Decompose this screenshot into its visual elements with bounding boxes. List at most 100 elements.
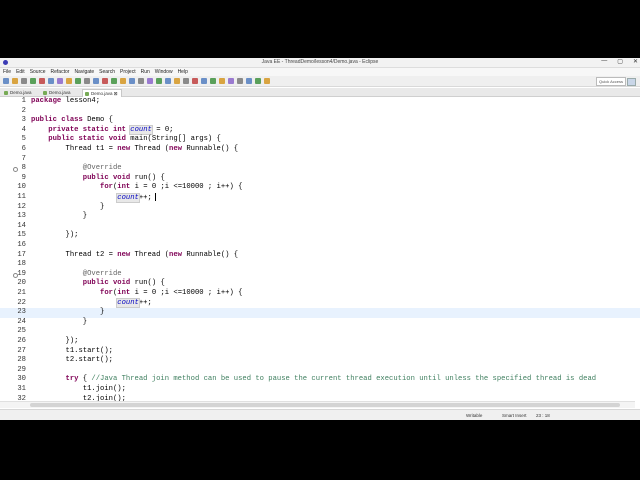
toolbar-button-icon[interactable]: [75, 78, 81, 84]
perspective-icon[interactable]: [627, 78, 636, 86]
line-number: 22: [17, 298, 26, 307]
toolbar-button-icon[interactable]: [30, 78, 36, 84]
menu-file[interactable]: File: [3, 68, 11, 76]
toolbar-button-icon[interactable]: [255, 78, 261, 84]
code-line[interactable]: 23 }: [0, 308, 640, 318]
code-line[interactable]: 13 }: [0, 212, 640, 222]
menu-project[interactable]: Project: [120, 68, 136, 76]
toolbar-button-icon[interactable]: [21, 78, 27, 84]
toolbar-button-icon[interactable]: [165, 78, 171, 84]
close-button[interactable]: ✕: [633, 58, 638, 65]
code-line[interactable]: 22 count++;: [0, 297, 640, 309]
menu-refactor[interactable]: Refactor: [51, 68, 70, 76]
code-line[interactable]: 31 t1.join();: [0, 385, 640, 395]
toolbar-button-icon[interactable]: [66, 78, 72, 84]
menu-source[interactable]: Source: [30, 68, 46, 76]
toolbar-button-icon[interactable]: [57, 78, 63, 84]
code-line[interactable]: 1 package lesson4;: [0, 97, 640, 107]
code-line[interactable]: 30 try { //Java Thread join method can b…: [0, 375, 640, 385]
toolbar-button-icon[interactable]: [12, 78, 18, 84]
fold-marker-icon[interactable]: [13, 272, 18, 278]
toolbar-button-icon[interactable]: [219, 78, 225, 84]
code-line[interactable]: 9 public void run() {: [0, 174, 640, 184]
scrollbar-thumb[interactable]: [30, 403, 620, 407]
code-line[interactable]: 4 private static int count = 0;: [0, 124, 640, 136]
menu-window[interactable]: Window: [155, 68, 173, 76]
toolbar-button-icon[interactable]: [156, 78, 162, 84]
toolbar-button-icon[interactable]: [129, 78, 135, 84]
toolbar-button-icon[interactable]: [120, 78, 126, 84]
code-line[interactable]: 6 Thread t1 = new Thread (new Runnable()…: [0, 145, 640, 155]
code-text: @Override: [82, 269, 122, 278]
toolbar-button-icon[interactable]: [39, 78, 45, 84]
code-line[interactable]: 12 }: [0, 203, 640, 213]
toolbar-button-icon[interactable]: [174, 78, 180, 84]
code-line[interactable]: 29: [0, 366, 640, 376]
line-number: 2: [21, 106, 26, 115]
line-number: 14: [17, 221, 26, 230]
toolbar-button-icon[interactable]: [147, 78, 153, 84]
toolbar-button-icon[interactable]: [246, 78, 252, 84]
code-line[interactable]: 3 public class Demo {: [0, 116, 640, 126]
code-line[interactable]: 25: [0, 327, 640, 337]
code-text: for(int i = 0 ;i <=10000 ; i++) {: [100, 183, 243, 192]
minimize-button[interactable]: —: [601, 58, 607, 65]
code-line[interactable]: 21 for(int i = 0 ;i <=10000 ; i++) {: [0, 289, 640, 299]
maximize-button[interactable]: ▢: [617, 58, 623, 65]
line-number: 16: [17, 241, 26, 249]
line-number: 7: [21, 154, 26, 163]
tab-label: Demo.java: [10, 90, 32, 95]
code-text: t1.join();: [31, 385, 126, 393]
toolbar-button-icon[interactable]: [192, 78, 198, 84]
java-file-icon: [43, 90, 47, 95]
code-line[interactable]: 16: [0, 241, 640, 251]
code-line[interactable]: 24 }: [0, 318, 640, 328]
quick-access-input[interactable]: Quick Access: [596, 77, 626, 86]
toolbar-button-icon[interactable]: [48, 78, 54, 84]
menu-search[interactable]: Search: [99, 68, 115, 76]
toolbar-button-icon[interactable]: [84, 78, 90, 84]
horizontal-scrollbar[interactable]: [0, 401, 635, 408]
code-line[interactable]: 28 t2.start();: [0, 356, 640, 366]
toolbar-button-icon[interactable]: [201, 78, 207, 84]
code-line[interactable]: 10 for(int i = 0 ;i <=10000 ; i++) {: [0, 183, 640, 193]
line-number: 30: [17, 375, 26, 384]
code-line[interactable]: 26 });: [0, 337, 640, 347]
code-line[interactable]: 14: [0, 222, 640, 232]
toolbar-button-icon[interactable]: [228, 78, 234, 84]
code-text: }: [31, 212, 88, 221]
menu-help[interactable]: Help: [178, 68, 188, 76]
code-line[interactable]: 19 @Override: [0, 270, 640, 280]
toolbar-button-icon[interactable]: [138, 78, 144, 84]
tab-demo-java-2[interactable]: Demo.java: [41, 89, 74, 96]
code-line[interactable]: 8 @Override: [0, 164, 640, 174]
code-line[interactable]: 7: [0, 155, 640, 165]
code-line[interactable]: 20 public void run() {: [0, 279, 640, 289]
code-line[interactable]: 18: [0, 260, 640, 270]
tab-demo-java-1[interactable]: Demo.java: [2, 89, 35, 96]
code-line[interactable]: 15 });: [0, 231, 640, 241]
code-line[interactable]: 27 t1.start();: [0, 347, 640, 357]
tab-demo-java-active[interactable]: Demo.java ⊠: [82, 89, 122, 97]
menu-run[interactable]: Run: [141, 68, 150, 76]
toolbar-button-icon[interactable]: [93, 78, 99, 84]
toolbar-button-icon[interactable]: [237, 78, 243, 84]
code-line[interactable]: 11 count++;: [0, 192, 640, 203]
code-line[interactable]: 17 Thread t2 = new Thread (new Runnable(…: [0, 251, 640, 261]
code-line[interactable]: 2: [0, 107, 640, 117]
menu-edit[interactable]: Edit: [16, 68, 25, 76]
toolbar-button-icon[interactable]: [210, 78, 216, 84]
toolbar-button-icon[interactable]: [3, 78, 9, 84]
line-number: 27: [17, 346, 26, 355]
toolbar-button-icon[interactable]: [111, 78, 117, 84]
code-line[interactable]: 5 public static void main(String[] args)…: [0, 135, 640, 145]
line-number: 13: [17, 212, 26, 221]
line-number: 10: [17, 183, 26, 192]
toolbar: [0, 76, 640, 87]
toolbar-button-icon[interactable]: [183, 78, 189, 84]
toolbar-button-icon[interactable]: [264, 78, 270, 84]
menu-navigate[interactable]: Navigate: [74, 68, 94, 76]
code-editor[interactable]: 1 package lesson4; 2 3 public class Demo {4 …: [0, 97, 640, 403]
toolbar-button-icon[interactable]: [102, 78, 108, 84]
code-text: t1.start();: [31, 346, 113, 355]
